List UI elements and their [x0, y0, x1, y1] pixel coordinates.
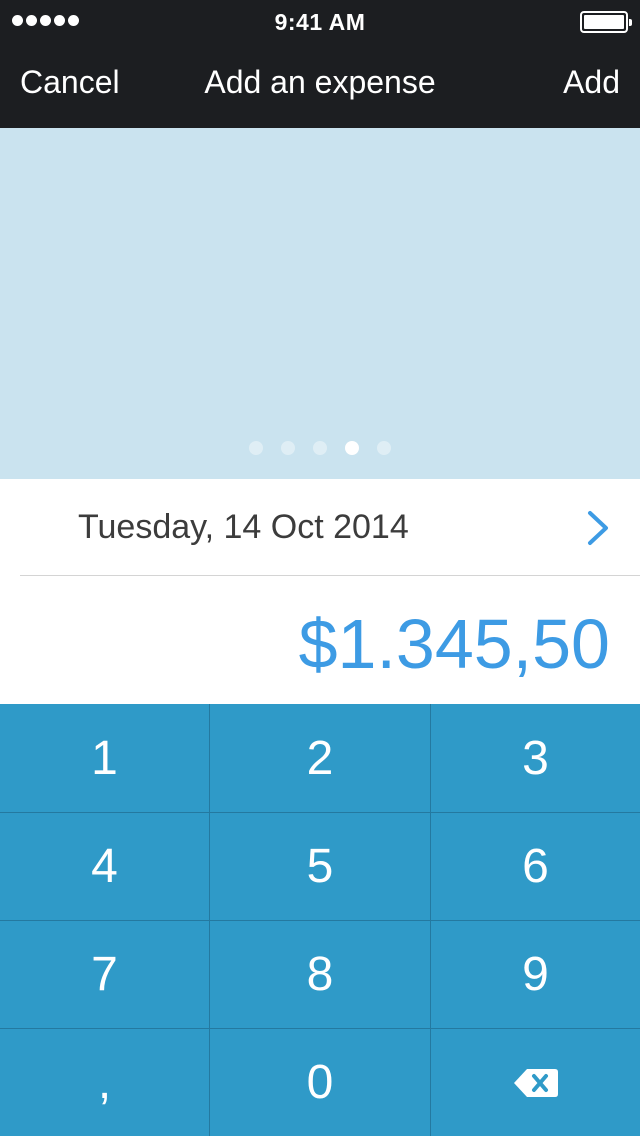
page-indicator[interactable]	[0, 441, 640, 455]
page-dot[interactable]	[281, 441, 295, 455]
status-time: 9:41 AM	[274, 9, 366, 35]
key-3[interactable]: 3	[431, 704, 640, 812]
key-4[interactable]: 4	[0, 813, 209, 920]
category-carousel[interactable]	[0, 128, 640, 479]
key-8[interactable]: 8	[210, 921, 430, 1028]
page-dot[interactable]	[377, 441, 391, 455]
numeric-keypad: 1 2 3 4 5 6 7 8 9 , 0	[0, 704, 640, 1136]
key-5[interactable]: 5	[210, 813, 430, 920]
key-0[interactable]: 0	[210, 1029, 430, 1136]
add-button[interactable]: Add	[563, 64, 620, 101]
amount-display: $1.345,50	[298, 605, 610, 683]
key-6[interactable]: 6	[431, 813, 640, 920]
key-7[interactable]: 7	[0, 921, 209, 1028]
key-2[interactable]: 2	[210, 704, 430, 812]
key-1[interactable]: 1	[0, 704, 209, 812]
backspace-button[interactable]	[431, 1029, 640, 1136]
key-9[interactable]: 9	[431, 921, 640, 1028]
status-bar: 9:41 AM	[0, 0, 640, 40]
date-row[interactable]: Tuesday, 14 Oct 2014	[0, 479, 640, 576]
navigation-bar: 9:41 AM Add an expense Cancel Add	[0, 0, 640, 128]
key-decimal-comma[interactable]: ,	[0, 1029, 209, 1136]
date-label: Tuesday, 14 Oct 2014	[78, 508, 409, 546]
cancel-button[interactable]: Cancel	[20, 64, 120, 101]
chevron-right-icon	[588, 511, 608, 545]
page-dot[interactable]	[313, 441, 327, 455]
backspace-icon	[513, 1068, 558, 1097]
page-dot[interactable]	[345, 441, 359, 455]
page-dot[interactable]	[249, 441, 263, 455]
battery-icon	[580, 11, 632, 33]
divider	[20, 575, 640, 576]
